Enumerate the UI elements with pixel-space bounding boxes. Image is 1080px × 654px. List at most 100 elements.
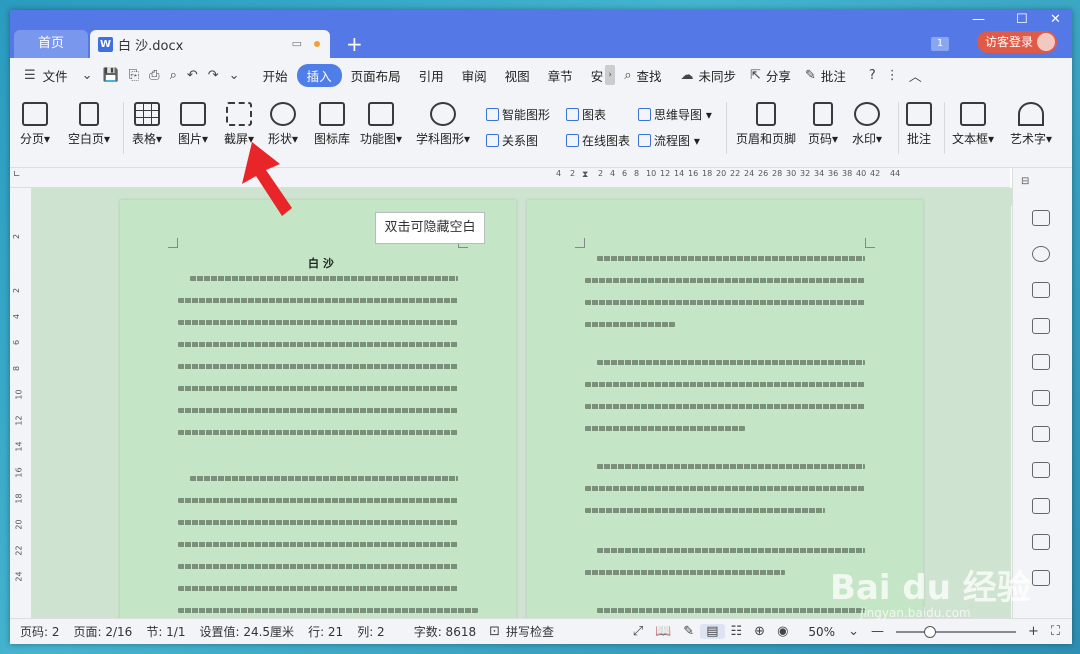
bar-chart-icon[interactable] xyxy=(1032,390,1050,406)
smart-shape-button[interactable]: 智能图形 xyxy=(486,106,550,123)
mindmap-button[interactable]: 思维导图 ▾ xyxy=(638,106,712,123)
blank-page-button[interactable]: 空白页▾ xyxy=(68,102,110,147)
export-pdf-icon[interactable]: ⎘ xyxy=(124,68,144,83)
zoom-slider-knob[interactable] xyxy=(923,625,936,638)
flowchart-button[interactable]: 流程图 ▾ xyxy=(638,132,700,149)
indent-marker-icon[interactable]: ⧗ xyxy=(582,170,588,180)
help-icon[interactable]: ? xyxy=(855,68,881,83)
page-number-button[interactable]: 页码▾ xyxy=(808,102,838,147)
save-icon[interactable]: 💾 xyxy=(98,68,124,83)
archive-icon[interactable] xyxy=(1032,570,1050,586)
search-button[interactable]: 查找 xyxy=(636,66,675,85)
section-status[interactable]: 节: 1/1 xyxy=(139,623,192,640)
page-right[interactable] xyxy=(527,200,923,618)
close-icon[interactable]: ✕ xyxy=(1050,12,1061,27)
tab-insert[interactable]: 插入 xyxy=(296,63,342,87)
tab-chapter[interactable]: 章节 xyxy=(539,66,582,85)
horizontal-ruler[interactable]: ∟ 4 2 ⧗ 2 4 6 8 10 12 14 16 18 20 22 24 … xyxy=(10,168,1010,188)
zoom-level[interactable]: 50% xyxy=(794,625,842,639)
wordart-button[interactable]: 艺术字▾ xyxy=(1010,102,1052,147)
eye-protection-icon[interactable]: ◉ xyxy=(771,624,794,639)
table-tool-icon[interactable] xyxy=(1032,318,1050,334)
comment-menu[interactable]: 批注 xyxy=(821,66,855,85)
share-icon[interactable]: ⇱ xyxy=(745,68,766,83)
header-footer-button[interactable]: 页眉和页脚 xyxy=(736,102,796,147)
shape-icon[interactable] xyxy=(1032,246,1050,262)
fill-icon[interactable] xyxy=(1032,282,1050,298)
image-tool-icon[interactable] xyxy=(1032,462,1050,478)
undo-icon[interactable]: ↶ xyxy=(182,68,203,83)
grid-icon[interactable] xyxy=(1032,354,1050,370)
print-icon[interactable]: ⎙ xyxy=(144,68,164,83)
share-tool-icon[interactable] xyxy=(1032,498,1050,514)
fullscreen-icon[interactable]: ⤢ xyxy=(627,624,649,639)
comment-button[interactable]: 批注 xyxy=(906,102,932,147)
hamburger-icon[interactable]: ☰ xyxy=(10,68,41,83)
sync-status[interactable]: 未同步 xyxy=(699,66,746,85)
spellcheck-icon[interactable]: ⊡ xyxy=(483,624,506,639)
file-menu[interactable]: 文件 xyxy=(41,66,77,85)
maximize-icon[interactable]: ☐ xyxy=(1016,12,1028,27)
page-number-status[interactable]: 页码: 2 xyxy=(10,623,67,640)
row-status[interactable]: 行: 21 xyxy=(301,623,350,640)
page-left[interactable]: 白 沙 xyxy=(120,200,516,618)
icon-library-button[interactable]: 图标库 xyxy=(314,102,350,147)
col-status[interactable]: 列: 2 xyxy=(350,623,392,640)
redo-icon[interactable]: ↷ xyxy=(203,68,224,83)
relation-chart-button[interactable]: 关系图 xyxy=(486,132,538,149)
table-button[interactable]: 表格▾ xyxy=(132,102,162,147)
online-chart-button[interactable]: 在线图表 xyxy=(566,132,630,149)
sidebar-toggle-icon[interactable]: ⊟ xyxy=(1021,176,1029,187)
tab-page-layout[interactable]: 页面布局 xyxy=(342,66,410,85)
vertical-ruler[interactable]: 2 2 4 6 8 10 12 14 16 18 20 22 24 xyxy=(10,188,32,618)
chevron-down-icon[interactable]: ⌄ xyxy=(77,68,98,83)
tab-document[interactable]: W 白 沙.docx ▭ xyxy=(90,30,330,58)
tab-home[interactable]: 首页 xyxy=(14,30,88,58)
search-icon[interactable]: ⌕ xyxy=(619,68,636,83)
char-count-status[interactable]: 字数: 8618 xyxy=(392,623,483,640)
tab-reference[interactable]: 引用 xyxy=(410,66,453,85)
translate-icon[interactable] xyxy=(1032,534,1050,550)
function-chart-button[interactable]: 功能图▾ xyxy=(360,102,402,147)
write-mode-icon[interactable]: ✎ xyxy=(677,624,700,639)
collapse-ribbon-icon[interactable]: ︿ xyxy=(904,66,927,85)
document-canvas[interactable]: 白 沙 双击可隐藏空白 xyxy=(32,188,1012,618)
picture-button[interactable]: 图片▾ xyxy=(178,102,208,147)
screen-icon[interactable]: ▭ xyxy=(292,37,302,50)
page-break-button[interactable]: 分页▾ xyxy=(20,102,50,147)
page-view-icon[interactable]: ▤ xyxy=(700,624,725,639)
textbox-button[interactable]: 文本框▾ xyxy=(952,102,994,147)
outline-view-icon[interactable]: ☷ xyxy=(725,624,749,639)
spellcheck-button[interactable]: 拼写检查 xyxy=(506,623,561,640)
reading-mode-icon[interactable]: 📖 xyxy=(649,624,677,639)
settings-sliders-icon[interactable] xyxy=(1032,426,1050,442)
minimize-icon[interactable]: — xyxy=(972,12,985,27)
tabs-scroll-right-icon[interactable]: › xyxy=(605,65,616,85)
preview-icon[interactable]: ⌕ xyxy=(165,68,182,83)
zoom-slider[interactable] xyxy=(895,625,1016,638)
share-button[interactable]: 分享 xyxy=(766,66,800,85)
pages-status[interactable]: 页面: 2/16 xyxy=(67,623,140,640)
cloud-sync-icon[interactable]: ☁ xyxy=(676,68,699,83)
tab-security[interactable]: 安 xyxy=(582,66,606,85)
tab-stop-icon[interactable]: ∟ xyxy=(13,170,21,180)
new-tab-button[interactable]: + xyxy=(346,30,363,58)
subject-chart-button[interactable]: 学科图形▾ xyxy=(416,102,470,147)
visitor-login-button[interactable]: 访客登录 xyxy=(977,31,1057,53)
comment-pen-icon[interactable]: ✎ xyxy=(800,68,821,83)
notification-badge[interactable]: 1 xyxy=(931,37,949,51)
tab-review[interactable]: 审阅 xyxy=(453,66,496,85)
tab-view[interactable]: 视图 xyxy=(496,66,539,85)
pen-icon[interactable] xyxy=(1032,210,1050,226)
web-view-icon[interactable]: ⊕ xyxy=(748,624,771,639)
more-icon[interactable]: ⋮ xyxy=(881,68,904,83)
more-quick-icon[interactable]: ⌄ xyxy=(224,68,254,83)
zoom-out-icon[interactable]: — xyxy=(865,624,890,639)
tab-start[interactable]: 开始 xyxy=(254,66,297,85)
zoom-dropdown-icon[interactable]: ⌄ xyxy=(842,624,865,639)
chart-button[interactable]: 图表 xyxy=(566,106,606,123)
zoom-in-icon[interactable]: + xyxy=(1022,624,1045,639)
watermark-button[interactable]: 水印▾ xyxy=(852,102,882,147)
fit-page-icon[interactable]: ⛶ xyxy=(1045,624,1072,639)
setting-status[interactable]: 设置值: 24.5厘米 xyxy=(192,623,301,640)
